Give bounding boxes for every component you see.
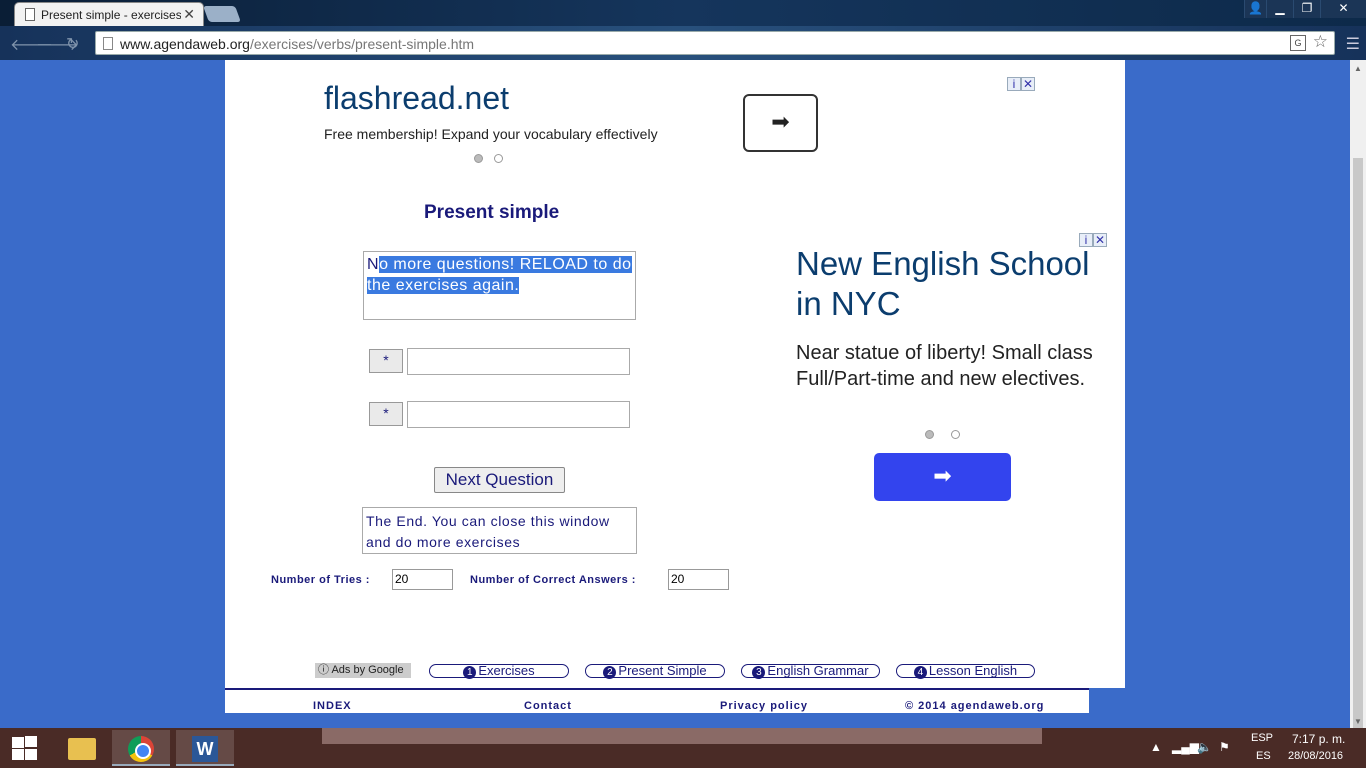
taskbar-chrome[interactable]	[112, 730, 170, 766]
next-question-button[interactable]: Next Question	[434, 467, 565, 493]
wallpaper-strip	[322, 728, 1042, 744]
start-button-icon[interactable]	[10, 736, 38, 760]
minimize-button[interactable]: ▁	[1266, 0, 1293, 18]
notification-icon[interactable]: ⚑	[1219, 740, 1230, 754]
footer-link-present-simple[interactable]: 2 Present Simple	[585, 663, 725, 679]
clock-date[interactable]: 28/08/2016	[1288, 750, 1343, 762]
vertical-scrollbar[interactable]: ▲ ▼	[1350, 60, 1366, 768]
ads-by-google-label[interactable]: ⓘ Ads by Google	[315, 663, 411, 678]
folder-icon	[68, 738, 96, 760]
page-icon	[25, 8, 35, 21]
locale-indicator[interactable]: ES	[1256, 750, 1271, 762]
top-ad-dot-2[interactable]	[494, 154, 503, 163]
volume-icon[interactable]: 🔈	[1197, 740, 1212, 754]
reload-icon[interactable]: ↻	[66, 34, 79, 54]
language-indicator[interactable]: ESP	[1251, 732, 1273, 744]
hint-button-2[interactable]: *	[369, 402, 403, 426]
chrome-menu-icon[interactable]: ☰	[1346, 34, 1360, 54]
link-number: 2	[603, 666, 617, 679]
page-content: flashread.net Free membership! Expand yo…	[225, 60, 1125, 688]
tries-label: Number of Tries :	[271, 574, 370, 586]
taskbar-word[interactable]: W	[176, 730, 234, 766]
contact-link[interactable]: Contact	[524, 700, 572, 712]
word-icon: W	[192, 736, 218, 762]
network-icon[interactable]: ▂▄▆	[1172, 740, 1199, 754]
question-lead: N	[367, 256, 380, 273]
url-domain: www.agendaweb.org	[120, 36, 250, 52]
top-adchoice[interactable]: i ✕	[1007, 77, 1037, 93]
link-label: English Grammar	[767, 663, 869, 678]
url-path: /exercises/verbs/present-simple.htm	[249, 36, 475, 52]
end-message-textarea[interactable]: The End. You can close this window and d…	[362, 507, 637, 554]
exercise-heading: Present simple	[424, 202, 560, 223]
right-ad-text[interactable]: Near statue of liberty! Small class Full…	[796, 340, 1096, 392]
window-controls: 👤 ▁ ❐ ✕	[1244, 0, 1366, 18]
link-label: Lesson English	[928, 663, 1018, 678]
right-ad-dot-2[interactable]	[951, 430, 960, 439]
chrome-icon	[128, 736, 154, 762]
scrollbar-thumb[interactable]	[1353, 158, 1363, 768]
question-selected-text: o more questions! RELOAD to do the exerc…	[367, 256, 632, 294]
translate-icon[interactable]: G	[1290, 35, 1306, 51]
browser-tab[interactable]: Present simple - exercises ✕	[14, 2, 204, 26]
scroll-up-icon[interactable]: ▲	[1354, 64, 1362, 73]
correct-answers-label: Number of Correct Answers :	[470, 574, 636, 586]
index-link[interactable]: INDEX	[313, 700, 352, 712]
top-ad-arrow-button[interactable]: ➡	[743, 94, 818, 152]
scroll-down-icon[interactable]: ▼	[1354, 717, 1362, 726]
tray-overflow-icon[interactable]: ▲	[1150, 740, 1162, 754]
tab-close-icon[interactable]: ✕	[183, 6, 195, 23]
answer-input-1[interactable]	[407, 348, 630, 375]
link-number: 4	[913, 666, 927, 679]
right-ad-dot-1[interactable]	[925, 430, 934, 439]
hint-button-1[interactable]: *	[369, 349, 403, 373]
tries-input[interactable]: 20	[392, 569, 453, 590]
bookmark-star-icon[interactable]: ☆	[1313, 32, 1328, 52]
adchoice-close-icon[interactable]: ✕	[1021, 77, 1035, 91]
privacy-policy-link[interactable]: Privacy policy	[720, 700, 808, 712]
top-ad-dot-1[interactable]	[474, 154, 483, 163]
adchoice-info-icon[interactable]: i	[1007, 77, 1021, 91]
user-icon[interactable]: 👤	[1244, 0, 1266, 18]
taskbar-file-explorer[interactable]	[52, 730, 110, 766]
new-tab-button[interactable]	[203, 6, 241, 22]
clock-time[interactable]: 7:17 p. m.	[1292, 732, 1345, 746]
link-label: Present Simple	[618, 663, 707, 678]
url-text[interactable]: www.agendaweb.org/exercises/verbs/presen…	[120, 36, 474, 52]
footer-link-english-grammar[interactable]: 3 English Grammar	[741, 663, 880, 679]
page-icon	[103, 37, 113, 50]
bottom-nav: INDEX Contact Privacy policy © 2014 agen…	[225, 688, 1089, 713]
link-number: 3	[752, 666, 766, 679]
top-ad-title[interactable]: flashread.net	[324, 80, 509, 117]
top-ad-text[interactable]: Free membership! Expand your vocabulary …	[324, 126, 658, 142]
correct-answers-input[interactable]: 20	[668, 569, 729, 590]
footer-link-lesson-english[interactable]: 4 Lesson English	[896, 663, 1035, 679]
windows-taskbar: W ▲ ▂▄▆ 🔈 ⚑ ESP ES 7:17 p. m. 28/08/2016	[0, 728, 1366, 768]
address-bar[interactable]: www.agendaweb.org/exercises/verbs/presen…	[95, 31, 1335, 55]
restore-button[interactable]: ❐	[1293, 0, 1320, 18]
footer-link-exercises[interactable]: 1 Exercises	[429, 663, 569, 679]
link-number: 1	[463, 666, 477, 679]
browser-titlebar: Present simple - exercises ✕ 👤 ▁ ❐ ✕	[0, 0, 1366, 26]
question-textarea[interactable]: No more questions! RELOAD to do the exer…	[363, 251, 636, 320]
tab-title: Present simple - exercises	[41, 8, 181, 22]
copyright-text: © 2014 agendaweb.org	[905, 700, 1045, 712]
close-window-button[interactable]: ✕	[1320, 0, 1366, 18]
right-ad-arrow-button[interactable]: ➡	[874, 453, 1011, 501]
right-ad-title[interactable]: New English School in NYC	[796, 244, 1106, 324]
link-label: Exercises	[478, 663, 535, 678]
answer-input-2[interactable]	[407, 401, 630, 428]
